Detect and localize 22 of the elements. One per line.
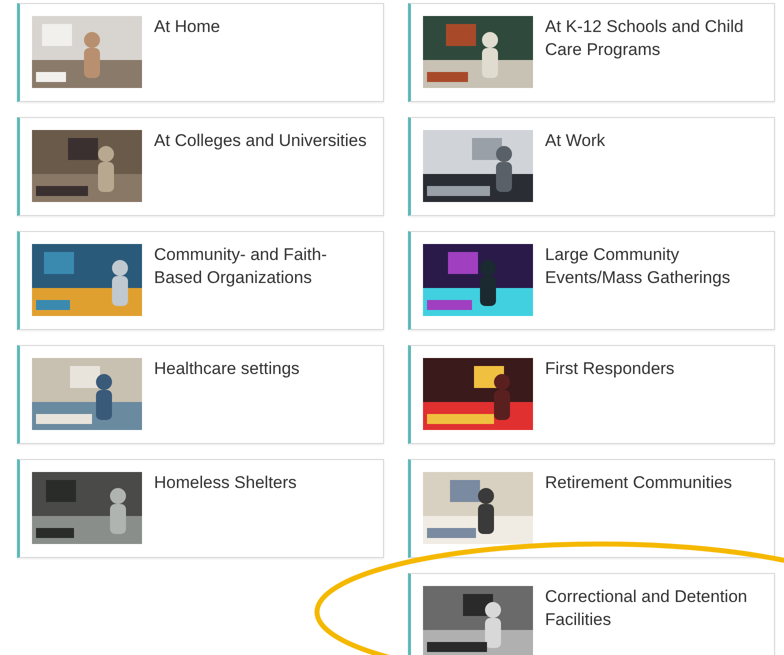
card-title: At Work — [545, 130, 606, 152]
card[interactable]: Large Community Events/Mass Gatherings — [408, 231, 775, 330]
card-title: At Colleges and Universities — [154, 130, 368, 152]
card[interactable]: At Home — [17, 3, 384, 102]
card-title: Large Community Events/Mass Gatherings — [545, 244, 732, 289]
card[interactable]: Community- and Faith-Based Organizations — [17, 231, 384, 330]
card-title: At K-12 Schools and Child Care Programs — [545, 16, 744, 61]
card-title: Retirement Communities — [545, 472, 734, 494]
card-title: Correctional and Detention Facilities — [545, 586, 748, 631]
card[interactable]: At Work — [408, 117, 775, 216]
card-title: Community- and Faith-Based Organizations — [154, 244, 328, 289]
card[interactable]: Homeless Shelters — [17, 459, 384, 558]
card-title: Homeless Shelters — [154, 472, 298, 494]
card-title: At Home — [154, 16, 222, 38]
card-title: Healthcare settings — [154, 358, 301, 380]
card[interactable]: First Responders — [408, 345, 775, 444]
card[interactable]: Healthcare settings — [17, 345, 384, 444]
card[interactable]: Retirement Communities — [408, 459, 775, 558]
card-title: First Responders — [545, 358, 676, 380]
card[interactable]: At Colleges and Universities — [17, 117, 384, 216]
card[interactable]: Correctional and Detention Facilities — [408, 573, 775, 655]
card[interactable]: At K-12 Schools and Child Care Programs — [408, 3, 775, 102]
